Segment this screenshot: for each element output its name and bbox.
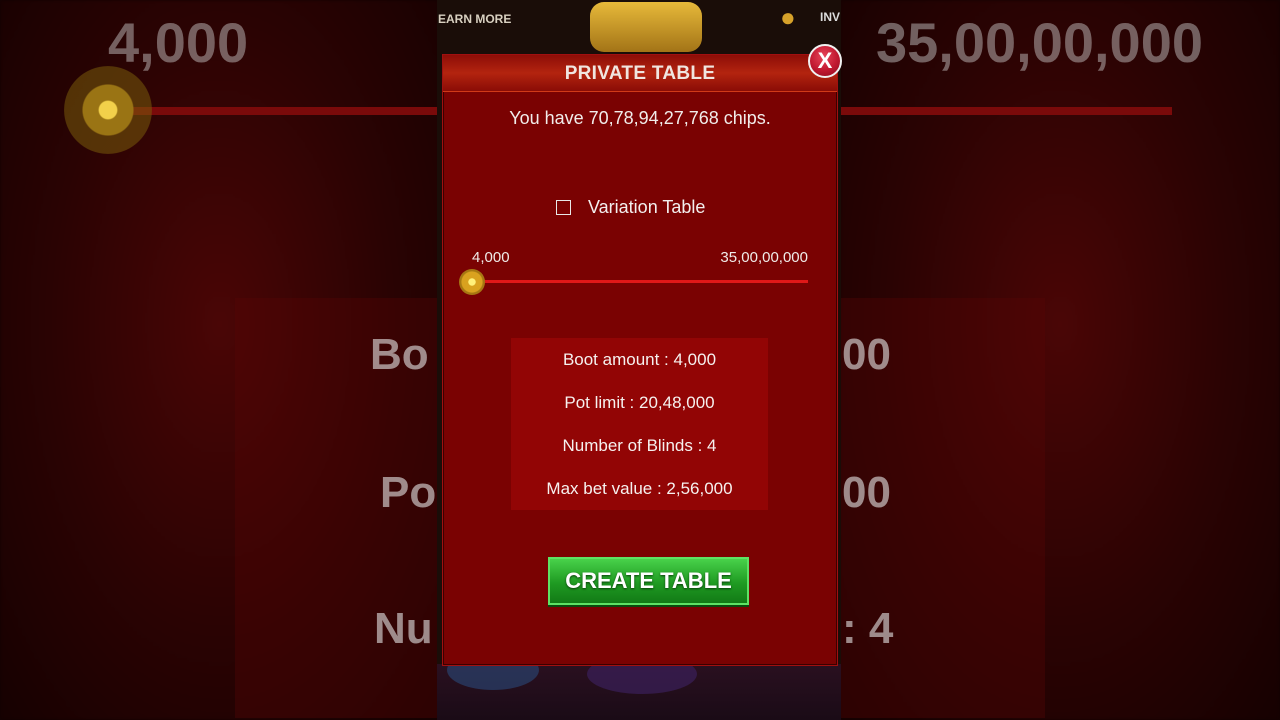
dialog-title: PRIVATE TABLE bbox=[564, 63, 716, 84]
background-min-value: 4,000 bbox=[108, 11, 249, 74]
table-info-box: Boot amount : 4,000 Pot limit : 20,48,00… bbox=[511, 338, 768, 510]
boot-amount-slider-track[interactable] bbox=[472, 280, 808, 283]
background-pot-value: 00 bbox=[842, 468, 891, 517]
boot-slider-max-label: 35,00,00,000 bbox=[720, 249, 808, 266]
variation-table-toggle[interactable]: Variation Table bbox=[556, 196, 705, 218]
chips-balance-text: You have 70,78,94,27,768 chips. bbox=[509, 108, 771, 128]
bottom-bar bbox=[437, 650, 841, 720]
boot-amount-slider-handle[interactable] bbox=[459, 269, 485, 295]
invite-label: INV bbox=[820, 10, 841, 24]
background-max-value: 35,00,00,000 bbox=[876, 11, 1203, 74]
pot-limit-text: Pot limit : 20,48,000 bbox=[564, 393, 715, 412]
close-button[interactable]: X bbox=[808, 44, 842, 78]
invite-user-icon: ● bbox=[780, 2, 796, 32]
boot-amount-text: Boot amount : 4,000 bbox=[562, 350, 717, 369]
dialog-header: PRIVATE TABLE bbox=[443, 55, 837, 92]
background-blinds-value: : 4 bbox=[842, 604, 894, 653]
background-blinds-text: Nu bbox=[374, 604, 433, 653]
earn-more-label: EARN MORE bbox=[438, 12, 512, 26]
background-slider-knob bbox=[64, 66, 152, 154]
background-pot-text: Po bbox=[380, 468, 437, 517]
background-slider-line-right bbox=[840, 107, 1172, 115]
number-of-blinds-text: Number of Blinds : 4 bbox=[562, 436, 717, 455]
max-bet-value-text: Max bet value : 2,56,000 bbox=[546, 479, 733, 498]
boot-slider-min-label: 4,000 bbox=[472, 249, 510, 266]
variation-table-checkbox[interactable] bbox=[556, 199, 571, 215]
background-boot-value: 00 bbox=[842, 330, 891, 379]
screen: 4,000 Bo Po Nu 35,00,00,000 00 00 : 4 EA… bbox=[0, 0, 1280, 720]
variation-table-label: Variation Table bbox=[588, 196, 706, 217]
background-slider-line-left bbox=[130, 107, 440, 115]
card-game-icon bbox=[590, 2, 702, 52]
create-table-button[interactable]: CREATE TABLE bbox=[548, 557, 749, 605]
background-boot-text: Bo bbox=[370, 330, 429, 379]
